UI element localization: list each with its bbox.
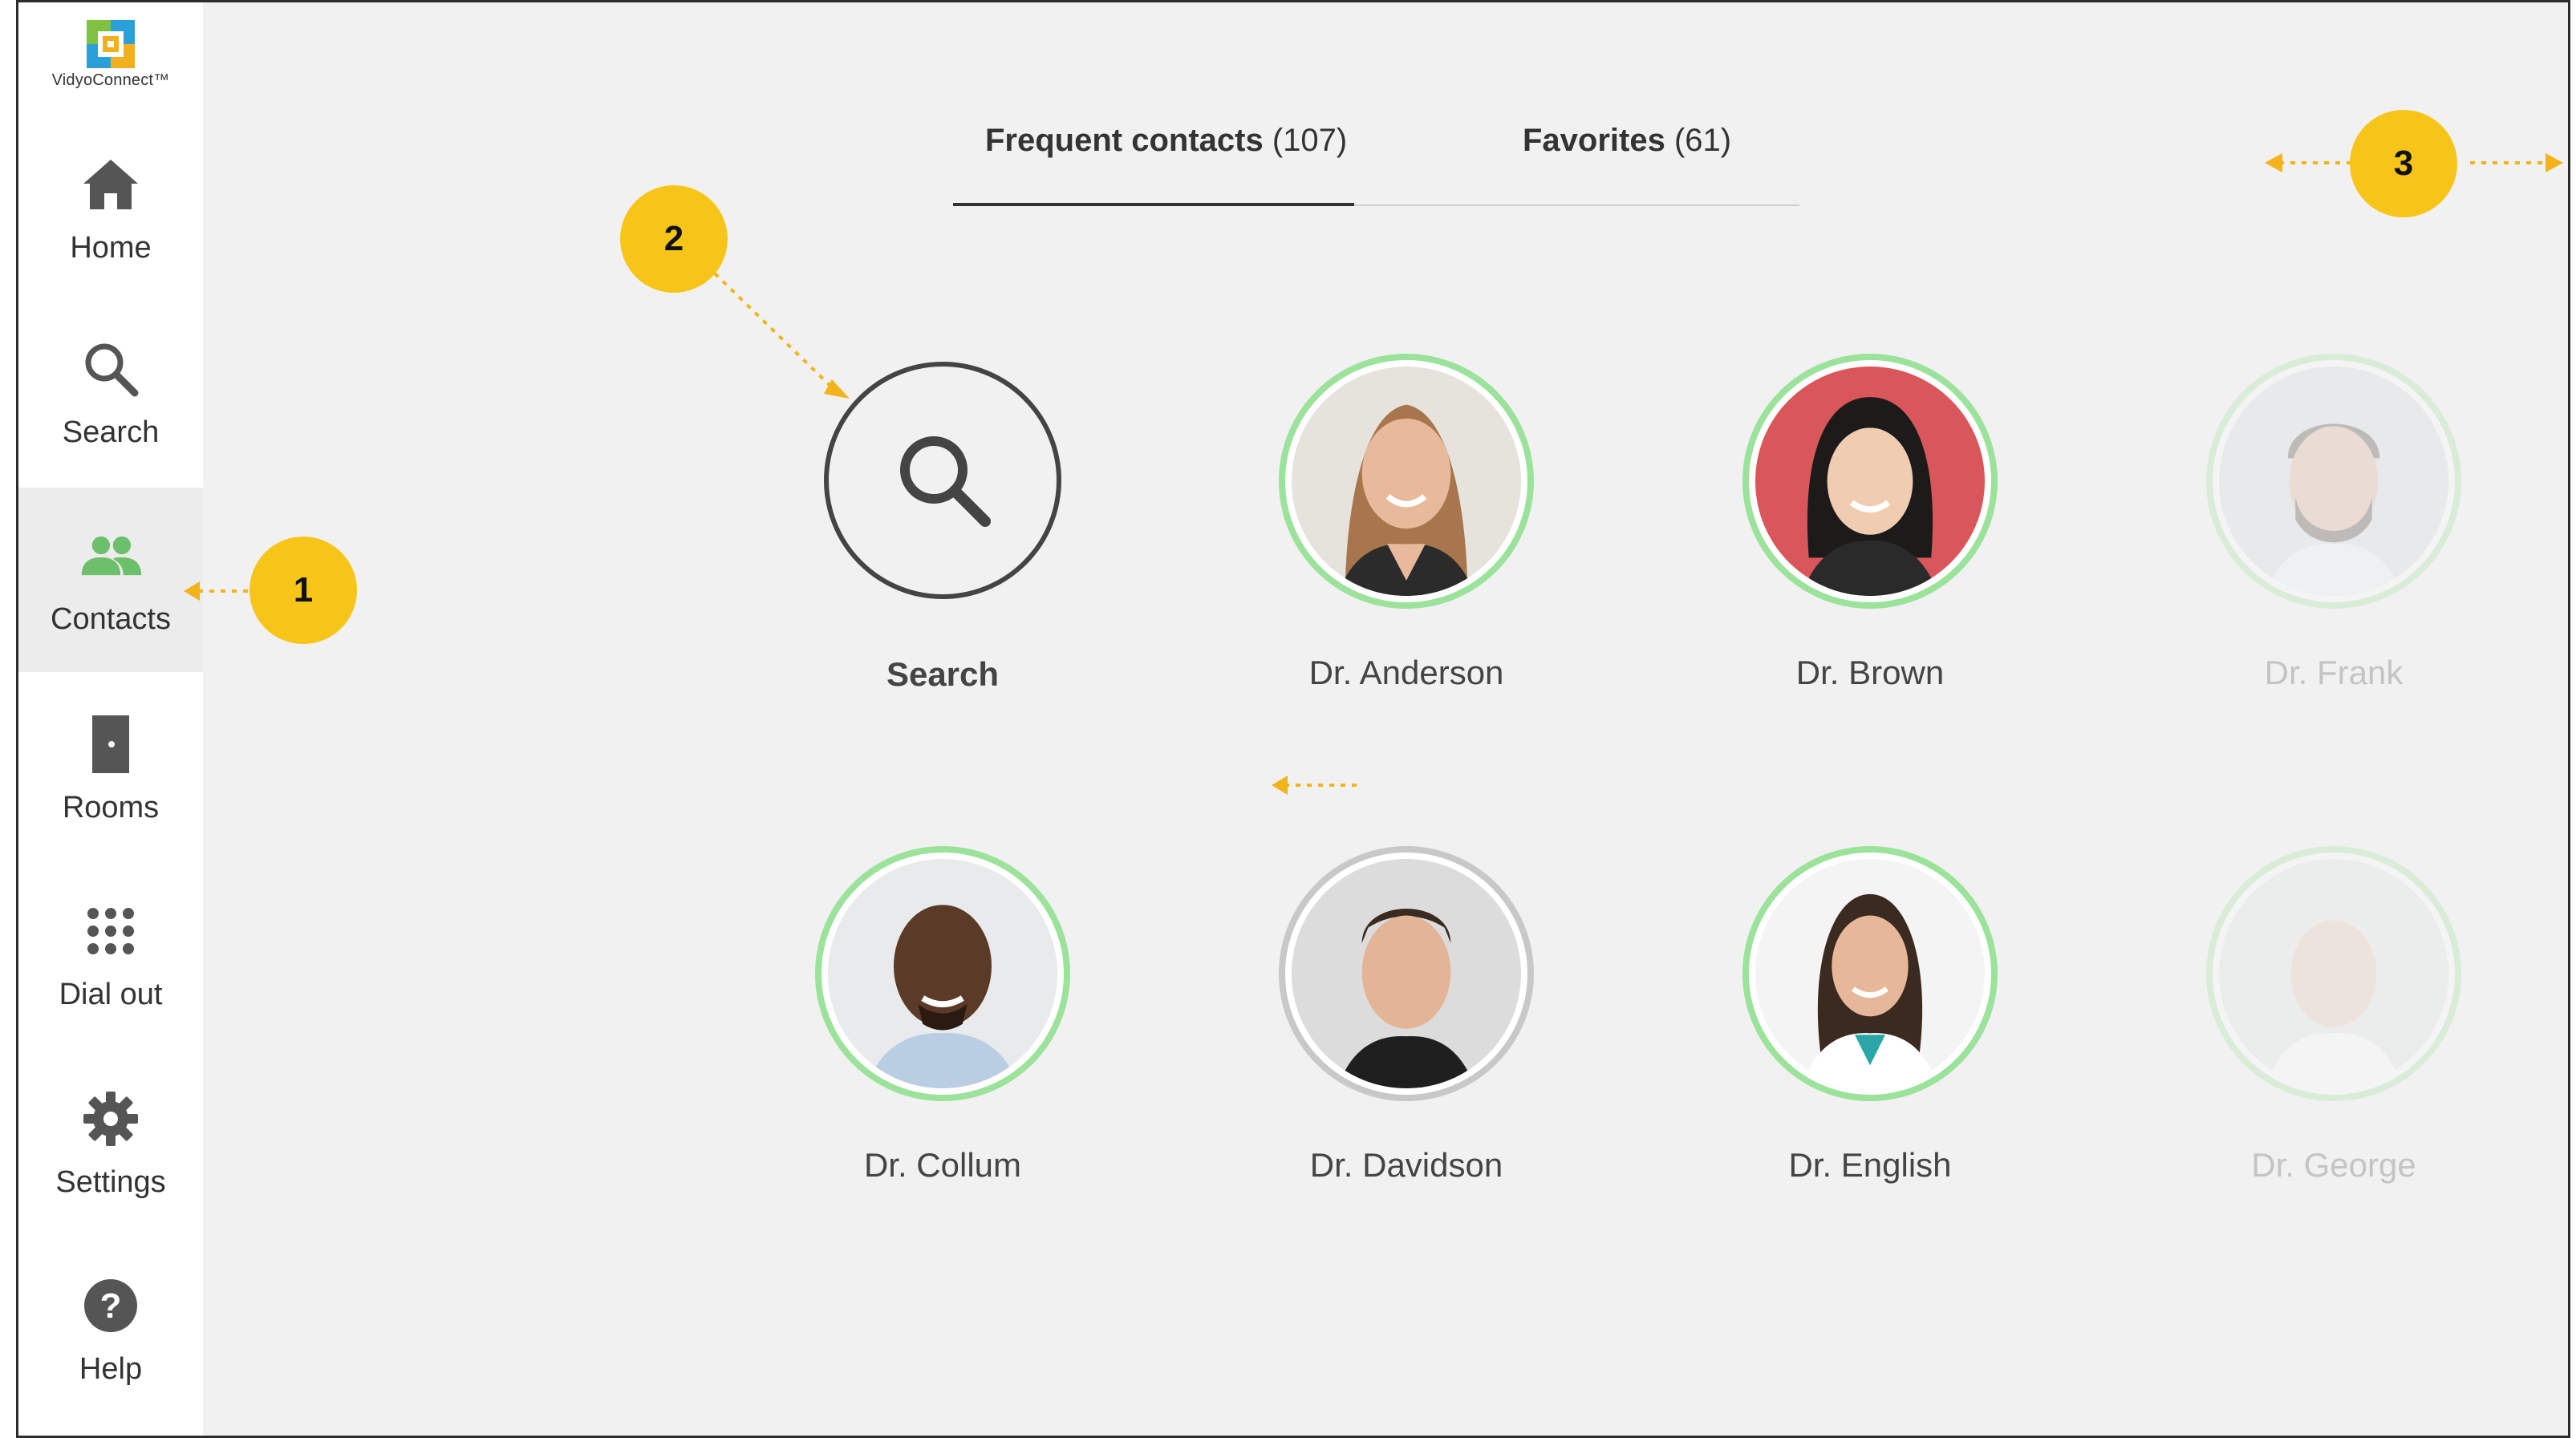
sidebar-item-label: Home xyxy=(70,230,152,265)
sidebar: VidyoConnect™ Home Search Contacts Rooms xyxy=(18,2,203,1436)
sidebar-item-settings[interactable]: Settings xyxy=(18,1051,203,1235)
sidebar-item-rooms[interactable]: Rooms xyxy=(18,676,203,861)
search-icon xyxy=(79,337,143,401)
scroll-hint-arrowhead xyxy=(1272,776,1288,795)
contact-tile[interactable]: Dr. Anderson xyxy=(1270,354,1543,692)
sidebar-item-label: Search xyxy=(62,415,160,449)
app-window: VidyoConnect™ Home Search Contacts Rooms xyxy=(16,0,2570,1438)
app-logo: VidyoConnect™ xyxy=(18,18,203,90)
contact-tile[interactable]: Dr. Brown xyxy=(1734,354,2006,692)
search-contacts-tile[interactable]: Search xyxy=(806,362,1079,694)
door-icon xyxy=(79,712,143,776)
callout-badge-2: 2 xyxy=(620,185,728,293)
sidebar-item-label: Dial out xyxy=(59,977,163,1011)
contact-tile[interactable]: Dr. Frank xyxy=(2197,354,2470,692)
callout-3-arrowhead-right xyxy=(2546,153,2563,172)
gear-icon xyxy=(79,1087,143,1151)
help-icon: ? xyxy=(79,1274,143,1338)
avatar xyxy=(1742,354,1998,609)
contacts-icon xyxy=(79,524,143,588)
contact-tile[interactable]: Dr. Collum xyxy=(806,846,1079,1185)
avatar xyxy=(1279,846,1534,1101)
avatar xyxy=(815,846,1070,1101)
sidebar-item-label: Contacts xyxy=(51,602,171,636)
sidebar-item-home[interactable]: Home xyxy=(18,116,203,301)
sidebar-item-label: Settings xyxy=(55,1165,166,1199)
contact-name: Dr. Davidson xyxy=(1309,1146,1503,1184)
contact-tile[interactable]: Dr. Davidson xyxy=(1270,846,1543,1185)
sidebar-item-label: Rooms xyxy=(62,790,160,824)
callout-badge-1: 1 xyxy=(249,537,357,644)
home-icon xyxy=(79,152,143,217)
contact-name: Dr. Frank xyxy=(2264,654,2404,691)
search-tile-label: Search xyxy=(886,655,1000,693)
vidyoconnect-logo-icon xyxy=(85,18,136,70)
contact-name: Dr. English xyxy=(1788,1146,1952,1184)
tab-count: (107) xyxy=(1272,123,1348,158)
sidebar-item-help[interactable]: ? Help xyxy=(18,1237,203,1422)
tab-label: Frequent contacts xyxy=(985,123,1264,158)
contact-name: Dr. George xyxy=(2251,1146,2416,1184)
sidebar-item-search[interactable]: Search xyxy=(18,301,203,485)
sidebar-item-contacts[interactable]: Contacts xyxy=(18,488,203,672)
avatar xyxy=(2206,354,2461,609)
callout-badge-3: 3 xyxy=(2350,110,2457,217)
annotation-overlay xyxy=(184,153,2563,795)
contact-tile[interactable]: Dr. George xyxy=(2197,846,2470,1185)
avatar xyxy=(1742,846,1998,1101)
contact-name: Dr. Collum xyxy=(863,1146,1022,1184)
search-icon xyxy=(890,427,995,535)
contact-tile[interactable]: Dr. English xyxy=(1734,846,2006,1185)
dialpad-icon xyxy=(79,899,143,963)
sidebar-item-label: Help xyxy=(79,1351,143,1386)
logo-text: VidyoConnect™ xyxy=(51,71,170,89)
contact-name: Dr. Anderson xyxy=(1308,654,1504,691)
tab-label: Favorites xyxy=(1523,123,1665,158)
contacts-tabs: Frequent contacts (107) Favorites (61) xyxy=(953,107,1799,206)
tab-favorites[interactable]: Favorites (61) xyxy=(1523,123,1731,159)
svg-text:?: ? xyxy=(100,1286,122,1326)
callout-3-arrowhead-left xyxy=(2265,153,2282,172)
active-tab-indicator xyxy=(953,203,1354,206)
avatar xyxy=(1279,354,1534,609)
avatar xyxy=(2206,846,2461,1101)
sidebar-item-dial-out[interactable]: Dial out xyxy=(18,863,203,1047)
tab-count: (61) xyxy=(1673,123,1732,158)
search-contacts-button[interactable] xyxy=(824,362,1061,599)
tab-frequent-contacts[interactable]: Frequent contacts (107) xyxy=(985,123,1347,159)
contact-name: Dr. Brown xyxy=(1795,654,1945,691)
